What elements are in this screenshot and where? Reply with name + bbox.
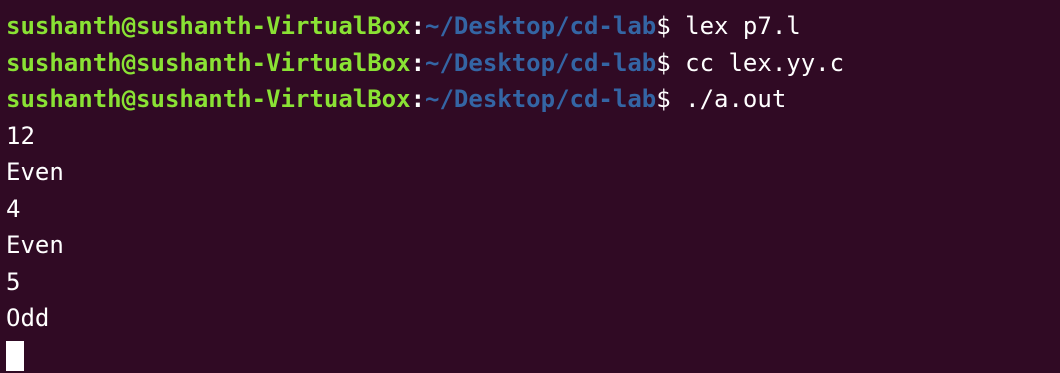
output-line: 5 <box>6 264 1060 301</box>
prompt-path: ~/Desktop/cd-lab <box>425 12 656 40</box>
prompt-symbol: $ <box>656 12 670 40</box>
prompt-symbol: $ <box>656 85 670 113</box>
output-line: 12 <box>6 118 1060 155</box>
command-text: lex p7.l <box>671 12 801 40</box>
output-line: 4 <box>6 191 1060 228</box>
prompt-line: sushanth@sushanth-VirtualBox:~/Desktop/c… <box>6 81 1060 118</box>
output-line: Even <box>6 227 1060 264</box>
prompt-separator: : <box>411 49 425 77</box>
prompt-path: ~/Desktop/cd-lab <box>425 49 656 77</box>
command-text: ./a.out <box>671 85 787 113</box>
prompt-line: sushanth@sushanth-VirtualBox:~/Desktop/c… <box>6 8 1060 45</box>
text-cursor <box>6 341 24 371</box>
terminal-window[interactable]: sushanth@sushanth-VirtualBox:~/Desktop/c… <box>0 0 1060 363</box>
prompt-separator: : <box>411 12 425 40</box>
prompt-user-host: sushanth@sushanth-VirtualBox <box>6 85 411 113</box>
output-line: Odd <box>6 300 1060 337</box>
output-line: Even <box>6 154 1060 191</box>
prompt-line: sushanth@sushanth-VirtualBox:~/Desktop/c… <box>6 45 1060 82</box>
prompt-symbol: $ <box>656 49 670 77</box>
prompt-user-host: sushanth@sushanth-VirtualBox <box>6 12 411 40</box>
prompt-path: ~/Desktop/cd-lab <box>425 85 656 113</box>
prompt-separator: : <box>411 85 425 113</box>
input-line[interactable] <box>6 337 1060 373</box>
command-text: cc lex.yy.c <box>671 49 844 77</box>
prompt-user-host: sushanth@sushanth-VirtualBox <box>6 49 411 77</box>
